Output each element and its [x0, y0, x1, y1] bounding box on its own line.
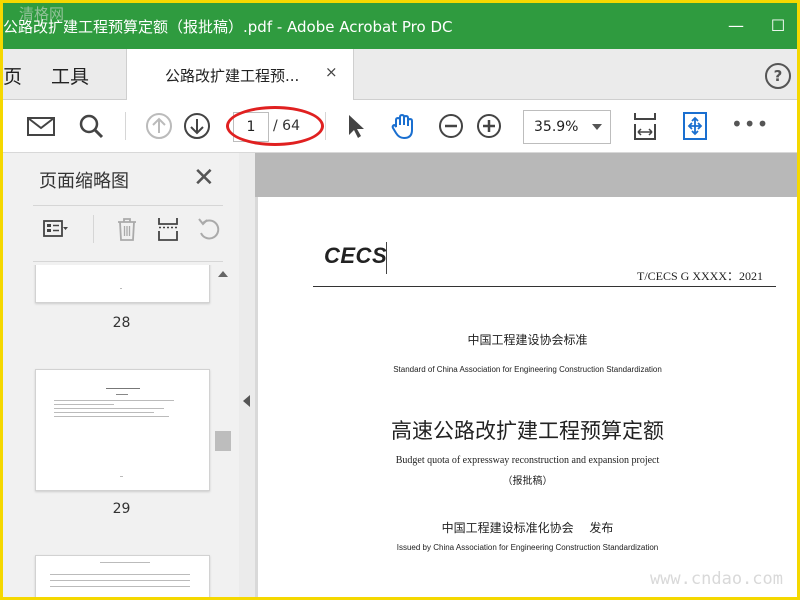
next-page-button[interactable]	[181, 110, 213, 142]
zoom-dropdown[interactable]: 35.9%	[523, 110, 611, 144]
list-options-icon	[43, 220, 68, 237]
minus-circle-icon	[439, 114, 463, 138]
collapse-pane-strip[interactable]	[239, 153, 255, 597]
annotation-circle	[226, 106, 324, 146]
pane-title: 页面缩略图	[39, 171, 129, 192]
pane-divider	[33, 205, 223, 206]
hand-tool-button[interactable]	[387, 110, 419, 142]
help-button[interactable]: ?	[765, 63, 791, 89]
thumbnail-scrollbar[interactable]	[213, 265, 233, 597]
doc-title-en: Budget quota of expressway reconstructio…	[395, 455, 660, 466]
pdf-page: CECS T/CECS G XXXX：2021 中国工程建设协会标准 Stand…	[258, 197, 797, 597]
hand-icon	[391, 113, 413, 140]
org-name-cn: 中国工程建设协会标准	[467, 333, 588, 347]
thumbnail-page-28[interactable]	[35, 265, 210, 303]
toolbar-divider	[125, 112, 126, 140]
mail-icon	[27, 117, 55, 136]
expand-arrows-icon	[683, 112, 707, 140]
thumbnails-pane: 页面缩略图 ✕ 28 29	[3, 153, 240, 597]
previous-page-button[interactable]	[143, 110, 175, 142]
standard-code: T/CECS G XXXX：2021	[636, 269, 763, 283]
pane-divider	[93, 215, 94, 243]
delete-page-button[interactable]	[113, 215, 141, 243]
maximize-button[interactable]: ☐	[767, 15, 789, 37]
watermark-bottom: www.cndao.com	[649, 569, 783, 589]
thumbnail-label: 28	[112, 315, 131, 331]
title-bar: 清格网 公路改扩建工程预算定额（报批稿）.pdf - Adobe Acrobat…	[3, 3, 797, 49]
draft-label: （报批稿）	[502, 476, 553, 487]
issuer-cn: 中国工程建设标准化协会 发布	[441, 521, 614, 535]
cursor-arrow-icon	[349, 115, 364, 138]
search-button[interactable]	[75, 110, 107, 142]
tab-home[interactable]: 页	[3, 62, 22, 89]
arrow-down-circle-icon	[184, 113, 210, 139]
page-gap	[255, 153, 797, 197]
thumbnail-options-button[interactable]	[41, 215, 69, 243]
arrow-up-circle-icon	[146, 113, 172, 139]
full-screen-button[interactable]	[679, 110, 711, 142]
fit-width-button[interactable]	[629, 110, 661, 142]
zoom-out-button[interactable]	[435, 110, 467, 142]
document-view: CECS T/CECS G XXXX：2021 中国工程建设协会标准 Stand…	[255, 153, 797, 597]
close-tab-button[interactable]: ×	[325, 63, 338, 81]
more-tools-button[interactable]: •••	[731, 112, 769, 136]
doc-tab-label: 公路改扩建工程预...	[165, 67, 300, 85]
chevron-down-icon	[592, 124, 602, 130]
trash-icon	[118, 218, 136, 241]
collapse-arrow-icon[interactable]	[243, 395, 250, 407]
search-icon	[79, 114, 104, 139]
close-pane-button[interactable]: ✕	[193, 163, 215, 193]
insert-page-button[interactable]	[155, 215, 183, 243]
toolbar-divider	[325, 112, 326, 140]
app-window: 清格网 公路改扩建工程预算定额（报批稿）.pdf - Adobe Acrobat…	[3, 3, 797, 597]
rotate-icon	[198, 218, 220, 240]
minimize-button[interactable]: —	[725, 15, 747, 37]
email-button[interactable]	[25, 110, 57, 142]
doc-title-cn: 高速公路改扩建工程预算定额	[391, 419, 664, 443]
rotate-page-button[interactable]	[195, 215, 223, 243]
scroll-up-icon[interactable]	[218, 271, 228, 277]
page-insert-icon	[158, 218, 179, 241]
issuer-en: Issued by China Association for Engineer…	[396, 543, 659, 552]
org-name-en: Standard of China Association for Engine…	[393, 365, 662, 374]
toolbar: 1 / 64 35.9% •••	[3, 100, 797, 153]
logo-divider	[386, 242, 387, 274]
zoom-in-button[interactable]	[473, 110, 505, 142]
scrollbar-thumb[interactable]	[215, 431, 231, 451]
thumbnail-page-29[interactable]	[35, 369, 210, 491]
thumbnail-label: 29	[112, 501, 131, 517]
plus-circle-icon	[477, 114, 501, 138]
select-tool-button[interactable]	[339, 110, 371, 142]
thumbnail-list: 28 29	[3, 265, 213, 597]
header-rule	[313, 286, 776, 287]
cecs-logo: CECS	[324, 243, 388, 268]
fit-page-icon	[634, 113, 656, 140]
tab-bar: 页 工具 公路改扩建工程预... × ?	[3, 49, 797, 100]
window-title: 公路改扩建工程预算定额（报批稿）.pdf - Adobe Acrobat Pro…	[3, 18, 453, 36]
pane-divider	[33, 261, 223, 262]
tab-document[interactable]: 公路改扩建工程预... ×	[126, 49, 354, 100]
tab-tools[interactable]: 工具	[51, 62, 89, 89]
thumbnail-page-30[interactable]	[35, 555, 210, 597]
zoom-value: 35.9%	[534, 119, 579, 135]
